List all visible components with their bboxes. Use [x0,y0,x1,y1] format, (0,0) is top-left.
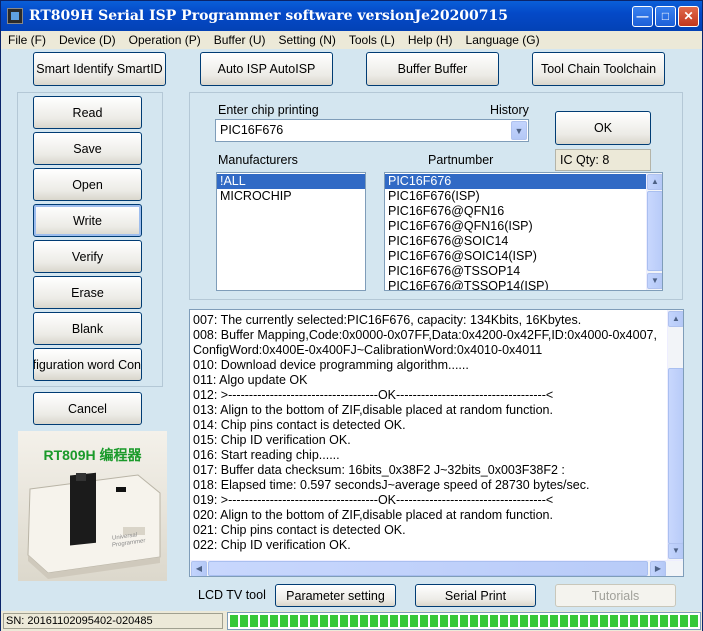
scroll-thumb[interactable] [208,561,648,576]
ic-qty-field: IC Qty: 8 [555,149,651,171]
menu-file[interactable]: File (F) [1,31,52,47]
log-line: 011: Algo update OK [193,373,308,387]
write-button[interactable]: Write [33,204,142,237]
list-item[interactable]: PIC16F676@QFN16 [385,204,647,219]
log-horizontal-scrollbar[interactable]: ◀ ▶ [190,560,683,576]
scroll-up-icon[interactable]: ▲ [647,174,662,190]
log-output[interactable]: 007: The currently selected:PIC16F676, c… [189,309,684,577]
log-line: 012: >----------------------------------… [193,388,554,402]
log-line: 016: Start reading chip...... [193,448,340,462]
chip-input[interactable]: PIC16F676 ▼ [215,119,529,142]
log-line: 019: >----------------------------------… [193,493,554,507]
history-label: History [490,103,529,117]
log-line: 018: Elapsed time: 0.597 secondsJ~averag… [193,478,590,492]
save-button[interactable]: Save [33,132,142,165]
progress-bar [227,612,701,630]
serial-number: SN: 20161102095402-020485 [3,613,223,629]
minimize-button[interactable]: — [632,6,653,27]
log-lines: 007: The currently selected:PIC16F676, c… [190,310,666,553]
scroll-right-icon[interactable]: ▶ [650,561,666,576]
list-item[interactable]: PIC16F676@SOIC14(ISP) [385,249,647,264]
title-bar[interactable]: RT809H Serial ISP Programmer software ve… [1,1,702,31]
cancel-button[interactable]: Cancel [33,392,142,425]
buffer-button[interactable]: Buffer Buffer [366,52,499,86]
scroll-up-icon[interactable]: ▲ [668,311,683,327]
menu-setting[interactable]: Setting (N) [272,31,342,47]
chip-input-value: PIC16F676 [220,123,284,137]
window-title: RT809H Serial ISP Programmer software ve… [29,8,509,24]
configuration-word-button[interactable]: Configuration word Con [33,348,142,381]
programmer-device-icon [27,472,161,579]
log-line: 013: Align to the bottom of ZIF,disable … [193,403,553,417]
blank-button[interactable]: Blank [33,312,142,345]
menu-buffer[interactable]: Buffer (U) [207,31,272,47]
ok-button[interactable]: OK [555,111,651,145]
scroll-down-icon[interactable]: ▼ [647,273,662,289]
list-item[interactable]: PIC16F676@SOIC14 [385,234,647,249]
log-line: 020: Align to the bottom of ZIF,disable … [193,508,553,522]
partnumber-label: Partnumber [428,153,494,167]
tool-chain-button[interactable]: Tool Chain Toolchain [532,52,665,86]
verify-button[interactable]: Verify [33,240,142,273]
main-window: RT809H Serial ISP Programmer software ve… [0,0,703,631]
menu-bar: File (F) Device (D) Operation (P) Buffer (U… [1,31,702,49]
list-item[interactable]: PIC16F676(ISP) [385,189,647,204]
smart-identify-button[interactable]: Smart Identify SmartID [33,52,166,86]
scroll-thumb[interactable] [647,191,662,271]
log-vertical-scrollbar[interactable]: ▲ ▼ [667,310,683,560]
menu-help[interactable]: Help (H) [401,31,459,47]
progress-fill [230,615,698,627]
log-line: 022: Chip ID verification OK. [193,538,351,552]
app-icon [7,8,23,24]
menu-language[interactable]: Language (G) [459,31,546,47]
log-line: 010: Download device programming algorit… [193,358,469,372]
device-photo: RT809H 编程器 Universal Programmer [18,431,167,581]
log-line: ConfigWord:0x400E-0x400FJ~CalibrationWor… [193,343,543,357]
menu-device[interactable]: Device (D) [52,31,122,47]
list-item[interactable]: PIC16F676@TSSOP14(ISP) [385,279,647,290]
partnumber-list[interactable]: PIC16F676 PIC16F676(ISP) PIC16F676@QFN16… [384,172,663,291]
list-item[interactable]: PIC16F676@QFN16(ISP) [385,219,647,234]
list-item[interactable]: PIC16F676@TSSOP14 [385,264,647,279]
manufacturers-list[interactable]: !ALL MICROCHIP [216,172,366,291]
log-line: 015: Chip ID verification OK. [193,433,351,447]
log-line: 021: Chip pins contact is detected OK. [193,523,406,537]
scroll-left-icon[interactable]: ◀ [191,561,207,576]
manufacturers-label: Manufacturers [218,153,298,167]
parameter-setting-button[interactable]: Parameter setting [275,584,396,607]
tutorials-button: Tutorials [555,584,676,607]
configuration-word-label: Configuration word Con [33,357,141,372]
scroll-down-icon[interactable]: ▼ [668,543,683,559]
serial-print-button[interactable]: Serial Print [415,584,536,607]
menu-tools[interactable]: Tools (L) [342,31,401,47]
list-item[interactable]: MICROCHIP [217,189,365,204]
erase-button[interactable]: Erase [33,276,142,309]
enter-chip-label: Enter chip printing [218,103,319,117]
list-item[interactable]: PIC16F676 [385,174,647,189]
auto-isp-button[interactable]: Auto ISP AutoISP [200,52,333,86]
status-bar: SN: 20161102095402-020485 [1,611,702,631]
maximize-button[interactable]: □ [655,6,676,27]
log-line: 008: Buffer Mapping,Code:0x0000-0x07FF,D… [193,328,657,342]
log-line: 014: Chip pins contact is detected OK. [193,418,406,432]
list-item[interactable]: !ALL [217,174,365,189]
log-line: 017: Buffer data checksum: 16bits_0x38F2… [193,463,565,477]
read-button[interactable]: Read [33,96,142,129]
log-line: 007: The currently selected:PIC16F676, c… [193,313,582,327]
menu-operation[interactable]: Operation (P) [122,31,207,47]
scroll-thumb[interactable] [668,368,683,544]
chevron-down-icon[interactable]: ▼ [511,121,527,140]
partnumber-scrollbar[interactable]: ▲ ▼ [646,173,662,290]
close-button[interactable]: ✕ [678,6,699,27]
lcd-tv-tool-label: LCD TV tool [198,588,266,602]
open-button[interactable]: Open [33,168,142,201]
